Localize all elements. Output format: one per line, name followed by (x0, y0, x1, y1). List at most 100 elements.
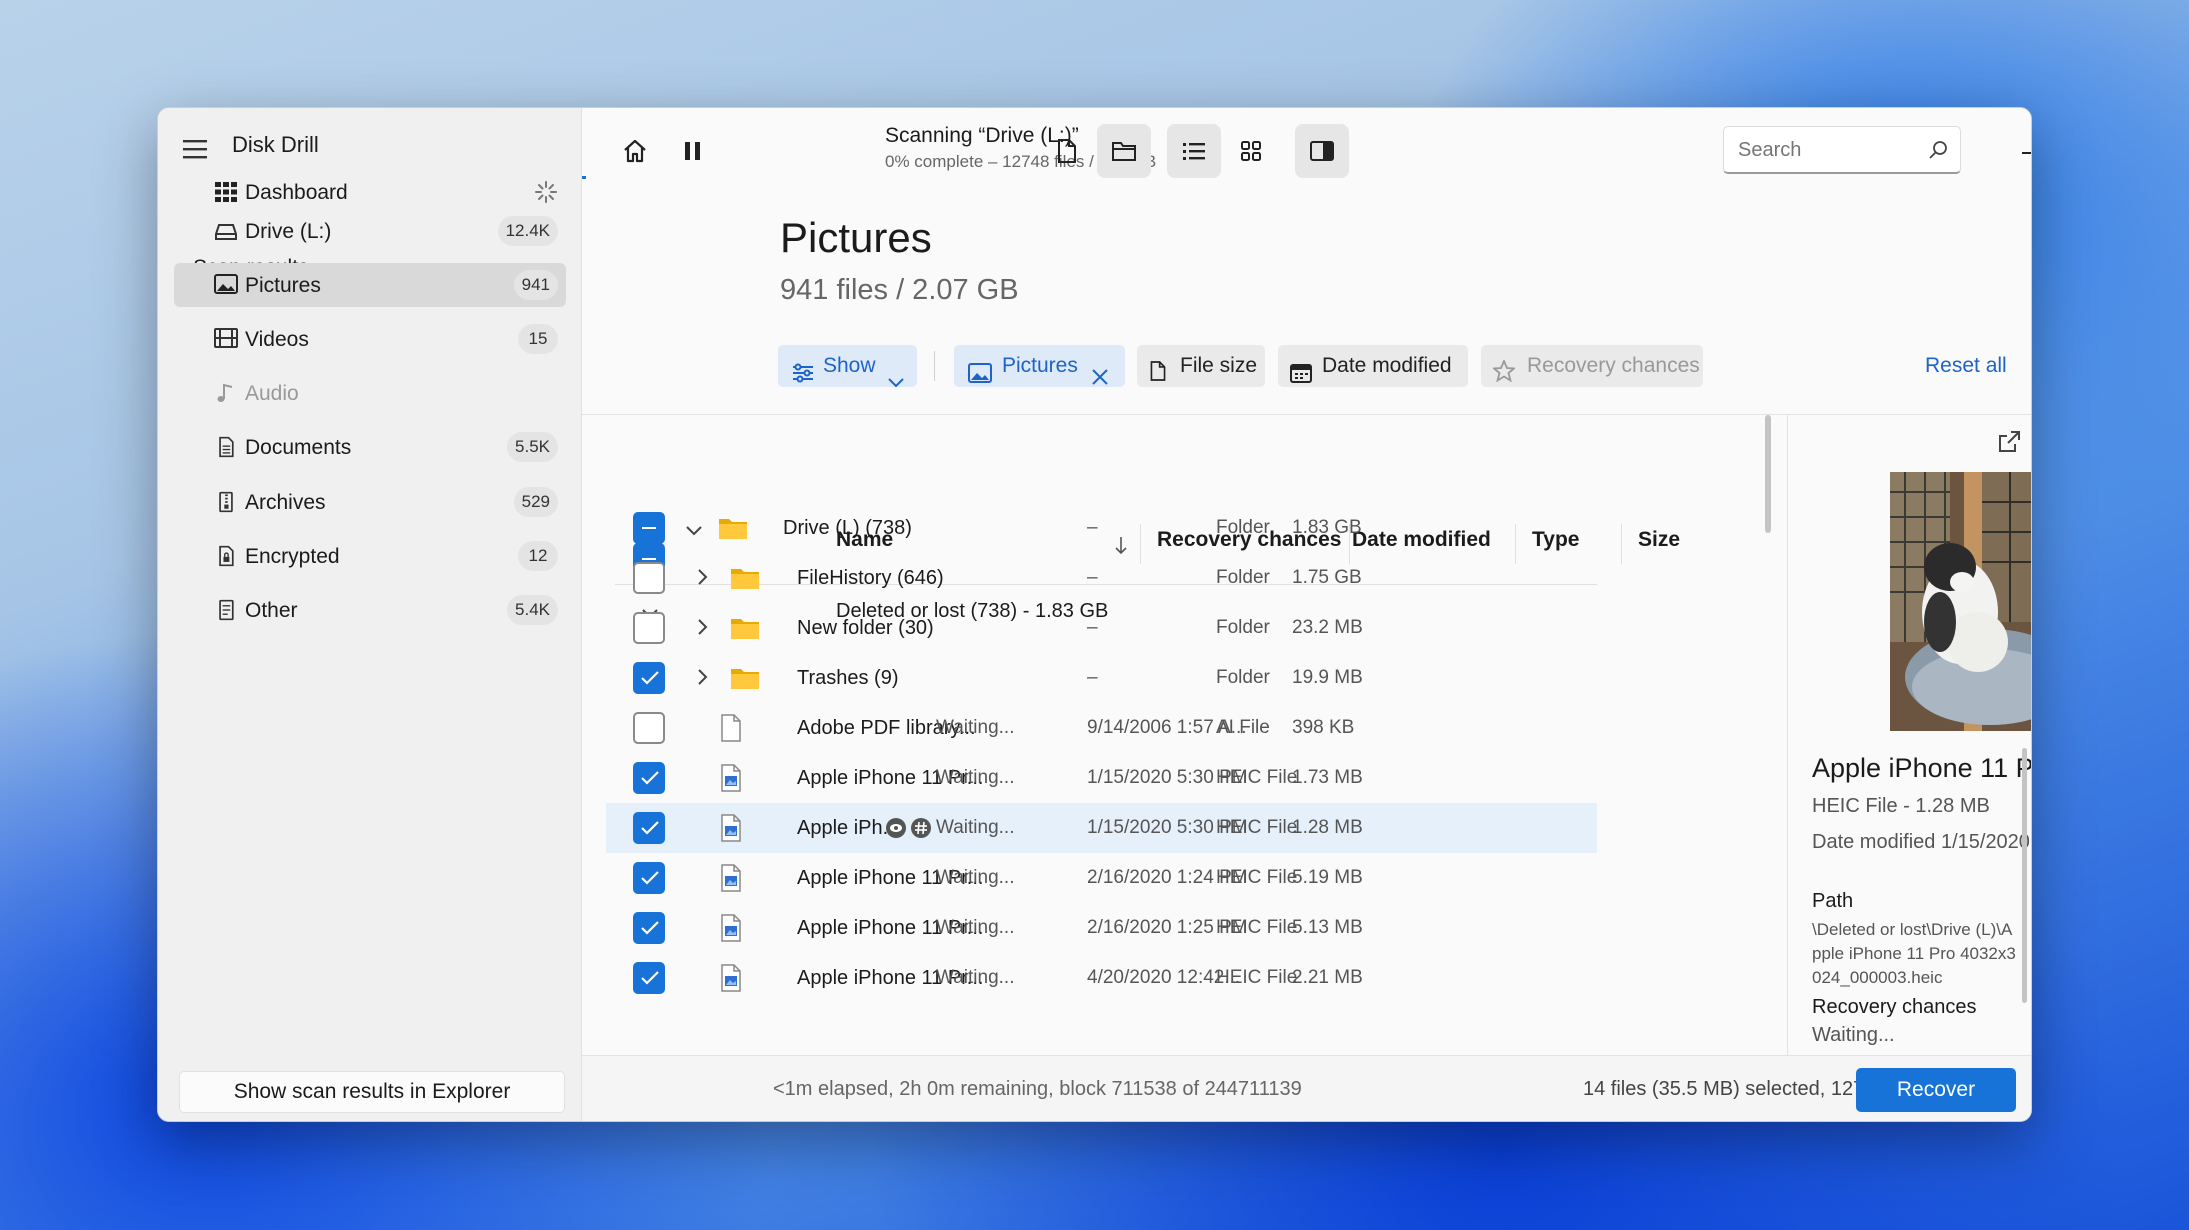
recovery-chances-filter[interactable]: Recovery chances (1481, 345, 1703, 387)
minimize-button[interactable] (2006, 128, 2031, 178)
cell-name: FileHistory (646) (797, 567, 944, 589)
sidebar-item-videos[interactable]: Videos 15 (174, 317, 566, 361)
home-button[interactable] (608, 124, 662, 178)
folder-row[interactable]: FileHistory (646) – Folder 1.75 GB (606, 553, 1597, 603)
row-checkbox[interactable] (633, 662, 665, 694)
sidebar-item-label: Encrypted (245, 545, 340, 568)
pictures-filter-label: Pictures (1002, 354, 1078, 377)
hash-icon[interactable] (910, 817, 932, 844)
open-external-icon[interactable] (1997, 430, 2021, 459)
count-badge: 5.5K (507, 432, 558, 462)
show-filter-button[interactable]: Show (778, 345, 917, 388)
show-in-explorer-button[interactable]: Show scan results in Explorer (179, 1071, 565, 1113)
chevron-right-icon[interactable] (698, 619, 708, 640)
file-row[interactable]: Adobe PDF library... Waiting... 9/14/2006 … (606, 703, 1597, 753)
date-modified-filter[interactable]: Date modified (1278, 345, 1468, 387)
grid-view-button[interactable] (1224, 124, 1278, 178)
search-icon (1928, 140, 1948, 165)
sidebar-item-archives[interactable]: Archives 529 (174, 480, 566, 524)
column-header-size[interactable]: Size (1638, 528, 1680, 552)
star-icon (1491, 355, 1517, 397)
picture-icon (214, 274, 238, 296)
preview-recovery-label: Recovery chances (1812, 996, 1977, 1018)
preview-pane-button[interactable] (1295, 124, 1349, 178)
count-badge: 15 (518, 324, 558, 354)
sidebar-item-label: Audio (245, 382, 299, 405)
preview-eye-icon[interactable] (885, 817, 907, 844)
count-badge: 12.4K (497, 216, 558, 246)
file-row[interactable]: Apple iPh... Waiting... 1/15/2020 5:30 PM H… (606, 803, 1597, 853)
file-icon (1056, 138, 1078, 169)
preview-recovery-value: Waiting... (1812, 1024, 1895, 1046)
sidebar-item-label: Pictures (245, 274, 321, 297)
sidebar-item-drive-l[interactable]: Drive (L:) 12.4K (174, 209, 566, 253)
cell-recovery: Waiting... (936, 717, 1015, 738)
sidebar-item-documents[interactable]: Documents 5.5K (174, 425, 566, 469)
row-checkbox[interactable] (633, 712, 665, 744)
file-row[interactable]: Apple iPhone 11 Pr... Waiting... 1/15/2020… (606, 753, 1597, 803)
recover-button[interactable]: Recover (1856, 1068, 2016, 1112)
sidebar-item-other[interactable]: Other 5.4K (174, 588, 566, 632)
row-checkbox[interactable] (633, 862, 665, 894)
file-size-filter[interactable]: File size (1137, 345, 1265, 387)
image-file-icon (720, 864, 742, 897)
sidebar-item-encrypted[interactable]: Encrypted 12 (174, 534, 566, 578)
reset-all-link[interactable]: Reset all (1925, 354, 2007, 378)
chevron-right-icon[interactable] (698, 669, 708, 690)
chevron-down-icon[interactable] (686, 523, 702, 541)
menu-icon[interactable] (182, 138, 208, 160)
file-view-button[interactable] (1040, 124, 1094, 178)
cell-type: Folder (1216, 667, 1270, 688)
table-scrollbar[interactable] (1765, 415, 1771, 533)
folder-icon (730, 616, 760, 645)
pause-icon (682, 139, 704, 168)
sidebar-item-audio[interactable]: Audio (174, 371, 566, 415)
preview-scrollbar[interactable] (2022, 748, 2027, 1003)
minimize-icon (2022, 152, 2031, 154)
row-checkbox[interactable] (633, 612, 665, 644)
cell-size: 1.75 GB (1292, 567, 1362, 588)
preview-path-label: Path (1812, 890, 1854, 912)
pictures-filter-chip[interactable]: Pictures (954, 345, 1125, 387)
row-checkbox[interactable] (633, 512, 665, 544)
search-box[interactable] (1723, 126, 1961, 174)
sidebar-item-dashboard[interactable]: Dashboard (174, 170, 566, 214)
count-badge: 941 (513, 270, 558, 300)
list-view-button[interactable] (1167, 124, 1221, 178)
folder-view-button[interactable] (1097, 124, 1151, 178)
row-checkbox[interactable] (633, 912, 665, 944)
file-row[interactable]: Apple iPhone 11 Pr... Waiting... 2/16/2020… (606, 903, 1597, 953)
pause-button[interactable] (666, 124, 720, 178)
page-subtitle: 941 files / 2.07 GB (780, 274, 1019, 306)
cell-size: 23.2 MB (1292, 617, 1363, 638)
preview-date: Date modified 1/15/2020 5:30 PM (1812, 831, 2031, 853)
cell-recovery: Waiting... (936, 967, 1015, 988)
checkmark-icon (641, 971, 659, 990)
cell-type: Folder (1216, 617, 1270, 638)
cell-name: Drive (L) (738) (783, 517, 912, 539)
chevron-right-icon[interactable] (698, 569, 708, 590)
cell-size: 5.19 MB (1292, 867, 1363, 888)
row-checkbox[interactable] (633, 762, 665, 794)
recover-button-label: Recover (1896, 1078, 1976, 1101)
chevron-down-icon (888, 361, 904, 403)
drive-icon (214, 220, 238, 242)
list-icon (1181, 139, 1207, 168)
sidebar-item-pictures[interactable]: Pictures 941 (174, 263, 566, 307)
search-input[interactable] (1738, 137, 1918, 163)
row-checkbox[interactable] (633, 562, 665, 594)
cell-recovery: Waiting... (936, 917, 1015, 938)
remove-filter-icon[interactable] (1092, 358, 1108, 400)
row-checkbox[interactable] (633, 812, 665, 844)
grid-icon (214, 181, 238, 203)
folder-row[interactable]: Trashes (9) – Folder 19.9 MB (606, 653, 1597, 703)
folder-icon (718, 516, 748, 545)
file-row[interactable]: Apple iPhone 11 Pr... Waiting... 2/16/2020… (606, 853, 1597, 903)
file-row[interactable]: Apple iPhone 11 Pr... Waiting... 4/20/2020… (606, 953, 1597, 1003)
recovery-chances-filter-label: Recovery chances (1527, 354, 1700, 377)
folder-row[interactable]: Drive (L) (738) – Folder 1.83 GB (606, 503, 1597, 553)
folder-row[interactable]: New folder (30) – Folder 23.2 MB (606, 603, 1597, 653)
preview-thumbnail (1890, 472, 2031, 731)
date-modified-filter-label: Date modified (1322, 354, 1452, 377)
row-checkbox[interactable] (633, 962, 665, 994)
